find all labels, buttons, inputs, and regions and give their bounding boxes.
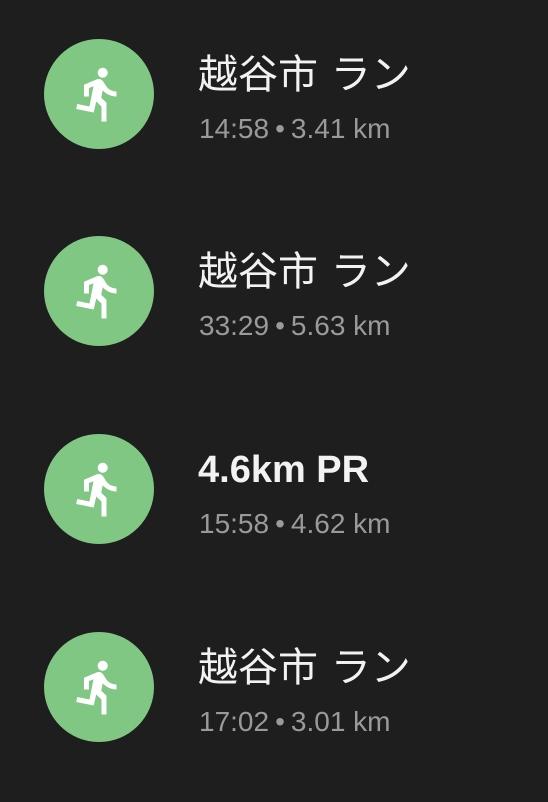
activity-summary: 15:58 • 4.62 km [199,507,391,541]
activity-summary: 14:58 • 3.41 km [199,112,391,146]
running-icon [76,264,117,319]
activity-duration: 15:58 [199,508,270,539]
separator-dot: • [275,508,285,539]
activity-list: 越谷市 ラン 14:58 • 3.41 km 越谷市 ラン 33:29 • 5.63 k… [0,0,548,802]
activity-row[interactable]: 越谷市 ラン 33:29 • 5.63 km [0,212,548,372]
activity-title: 4.6km PR [198,449,370,491]
activity-row[interactable]: 越谷市 ラン 17:02 • 3.01 km [0,608,548,768]
activity-distance: 5.63 km [290,310,391,341]
separator-dot: • [275,113,285,144]
activity-type-avatar [44,632,154,742]
activity-summary: 17:02 • 3.01 km [199,705,391,739]
activity-distance: 3.41 km [290,113,391,144]
activity-type-avatar [44,39,154,149]
activity-duration: 33:29 [199,310,270,341]
activity-distance: 3.01 km [290,706,391,737]
running-icon [76,462,117,517]
activity-type-avatar [44,434,154,544]
activity-title: 越谷市 ラン [198,52,411,98]
activity-title: 越谷市 ラン [198,249,411,295]
activity-duration: 17:02 [199,706,270,737]
activity-row[interactable]: 4.6km PR 15:58 • 4.62 km [0,410,548,570]
activity-distance: 4.62 km [290,508,391,539]
activity-row[interactable]: 越谷市 ラン 14:58 • 3.41 km [0,15,548,175]
separator-dot: • [275,310,285,341]
activity-type-avatar [44,236,154,346]
running-icon [76,660,117,715]
running-icon [76,67,117,122]
activity-title: 越谷市 ラン [198,645,411,691]
activity-summary: 33:29 • 5.63 km [199,309,391,343]
separator-dot: • [275,706,285,737]
activity-duration: 14:58 [199,113,270,144]
